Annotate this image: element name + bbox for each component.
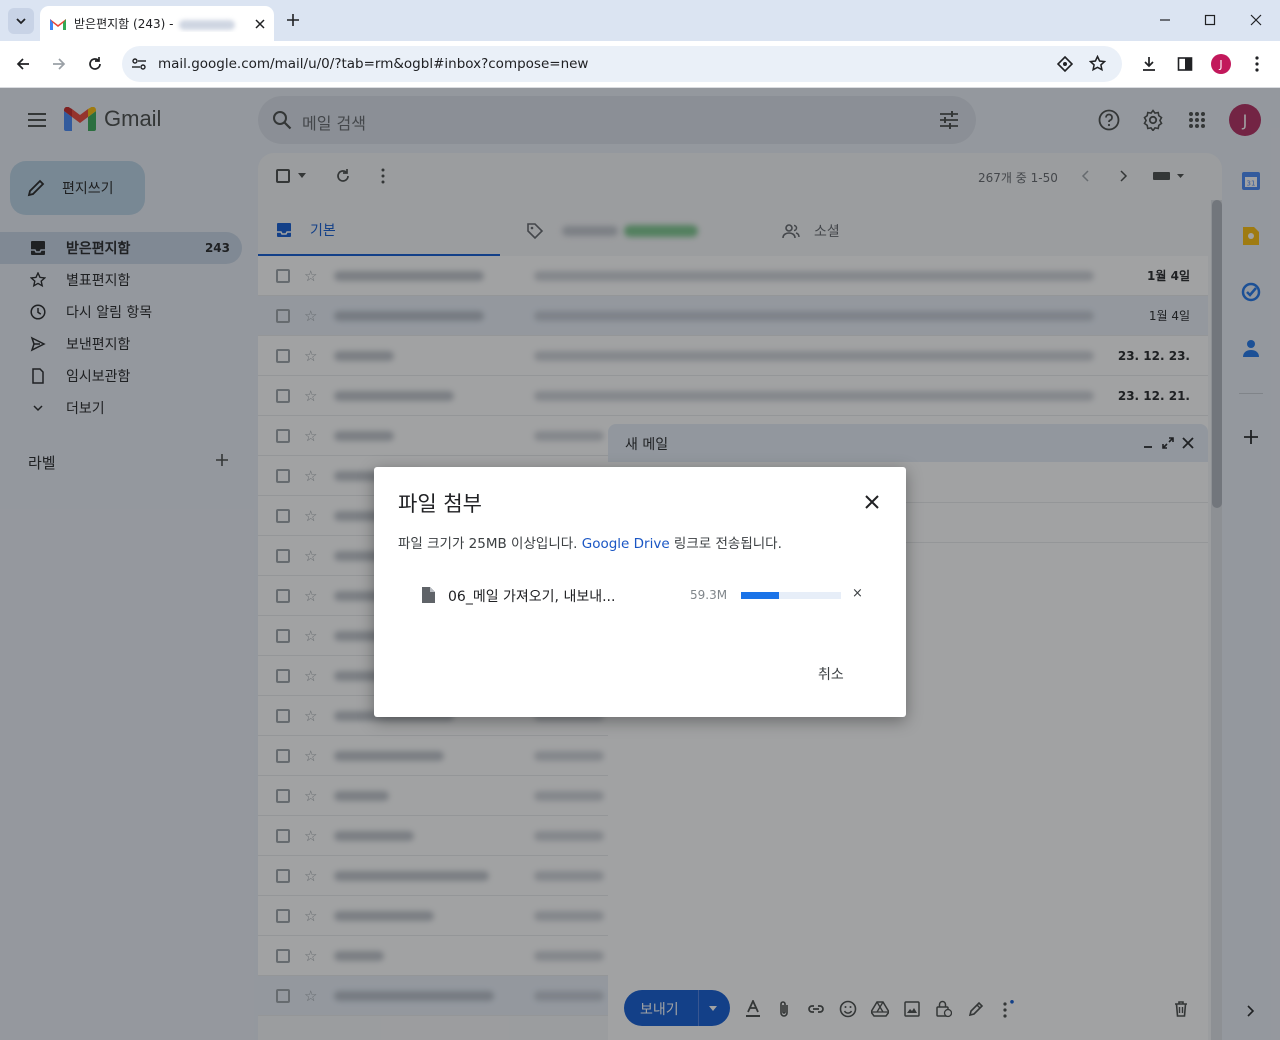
browser-menu-button[interactable] [1244, 51, 1270, 77]
gmail-favicon-icon [50, 18, 66, 30]
file-size: 59.3M [690, 588, 728, 602]
address-bar[interactable]: mail.google.com/mail/u/0/?tab=rm&ogbl#in… [122, 46, 1122, 82]
file-name: 06_메일 가져오기, 내보내... [448, 589, 616, 605]
back-button[interactable] [10, 51, 36, 77]
plus-icon [287, 14, 299, 26]
browser-tabstrip: 받은편지함 (243) - [0, 0, 1280, 41]
arrow-left-icon [16, 58, 29, 70]
browser-tab[interactable]: 받은편지함 (243) - [40, 6, 274, 41]
attach-file-dialog: 파일 첨부 파일 크기가 25MB 이상입니다. Google Drive 링크… [374, 467, 906, 717]
close-tab-icon[interactable] [254, 18, 266, 30]
maximize-button[interactable] [1195, 8, 1225, 32]
more-vertical-icon [1255, 56, 1259, 72]
upload-progress-fill [741, 592, 779, 599]
new-tab-button[interactable] [282, 9, 304, 31]
browser-toolbar: mail.google.com/mail/u/0/?tab=rm&ogbl#in… [0, 41, 1280, 88]
remove-file-button[interactable]: × [852, 586, 863, 601]
dialog-title: 파일 첨부 [398, 492, 482, 516]
side-panel-icon [1177, 57, 1193, 71]
tab-title: 받은편지함 (243) - [74, 15, 254, 32]
site-settings-icon[interactable] [131, 56, 147, 72]
chevron-down-icon [16, 18, 26, 25]
minimize-icon [1160, 19, 1170, 21]
dialog-close-button[interactable] [861, 491, 883, 513]
download-icon [1143, 57, 1155, 71]
reload-button[interactable] [82, 51, 108, 77]
forward-button[interactable] [46, 51, 72, 77]
side-panel-button[interactable] [1172, 51, 1198, 77]
profile-avatar: J [1211, 54, 1231, 74]
close-icon [1250, 14, 1262, 26]
url-text: mail.google.com/mail/u/0/?tab=rm&ogbl#in… [158, 56, 589, 72]
tab-search-button[interactable] [8, 8, 34, 34]
google-drive-link[interactable]: Google Drive [582, 536, 670, 552]
minimize-button[interactable] [1150, 8, 1180, 32]
google-lens-icon[interactable] [1057, 56, 1073, 72]
reload-icon [89, 57, 101, 70]
bookmark-star-icon[interactable] [1089, 55, 1106, 72]
cancel-button[interactable]: 취소 [818, 664, 844, 684]
maximize-icon [1204, 14, 1216, 26]
close-icon [865, 495, 879, 509]
upload-progress-bar [741, 592, 841, 599]
arrow-right-icon [53, 58, 66, 70]
profile-button[interactable]: J [1208, 51, 1234, 77]
upload-file-row: 06_메일 가져오기, 내보내... 59.3M × [422, 585, 870, 605]
file-icon [422, 587, 435, 603]
close-window-button[interactable] [1241, 8, 1271, 32]
downloads-button[interactable] [1136, 51, 1162, 77]
dialog-message: 파일 크기가 25MB 이상입니다. Google Drive 링크로 전송됩니… [398, 536, 782, 552]
